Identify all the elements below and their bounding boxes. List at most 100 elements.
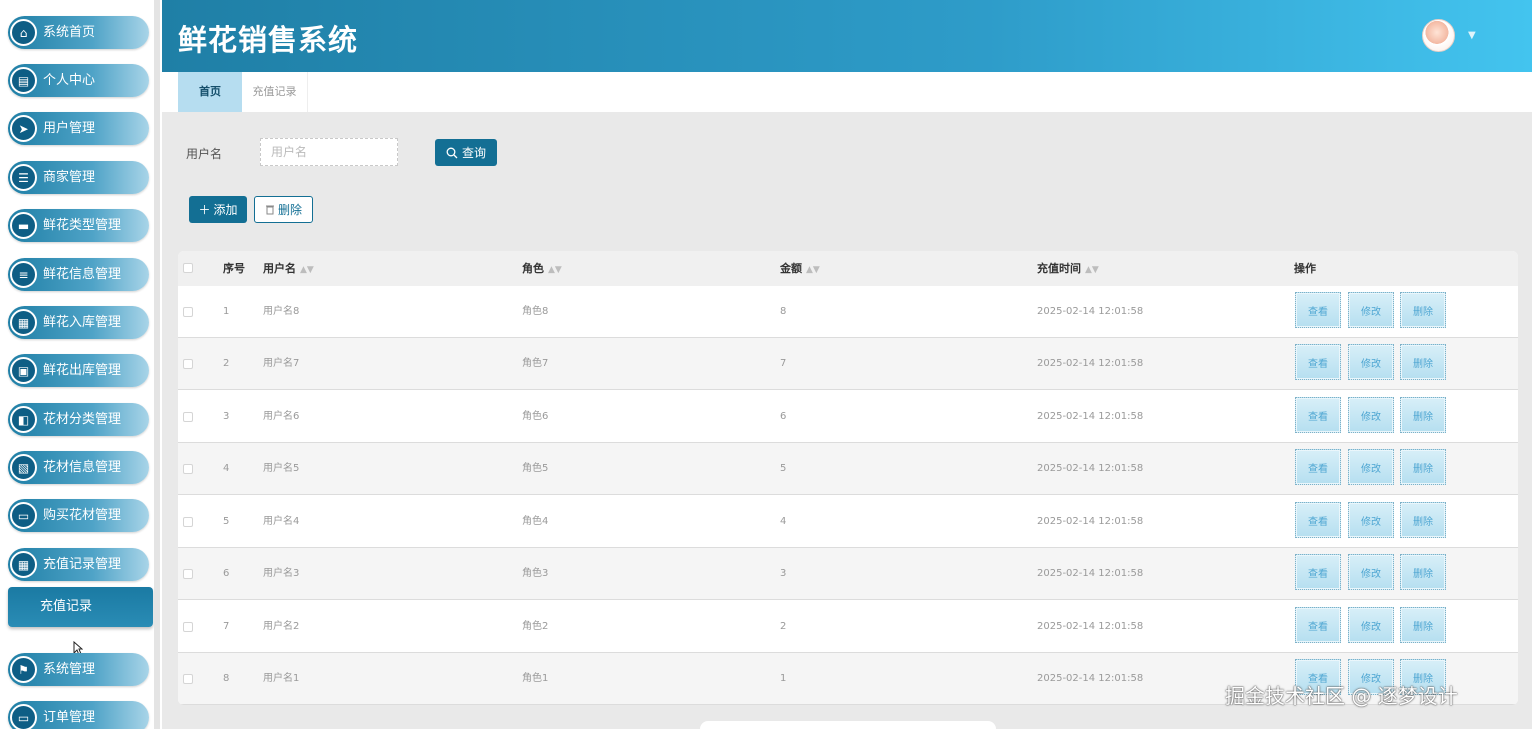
column-header-amount[interactable]: 金额 ▲▼ [780,251,820,286]
row-delete-button[interactable]: 删除 [1400,554,1446,590]
row-checkbox[interactable] [183,674,193,684]
column-header-username[interactable]: 用户名 ▲▼ [263,251,314,286]
column-header-label: 金额 [780,262,802,275]
sidebar-item-flower-info[interactable]: ≡ 鲜花信息管理 [8,258,149,291]
cell-time: 2025-02-14 12:01:58 [1037,516,1144,527]
sidebar-item-orders[interactable]: ▭ 订单管理 [8,701,149,729]
pagination-bar [700,721,996,729]
row-delete-button[interactable]: 删除 [1400,449,1446,485]
sidebar-item-label: 花材分类管理 [43,412,122,427]
sidebar-item-label: 系统首页 [43,25,96,40]
sidebar-item-material-info[interactable]: ▧ 花材信息管理 [8,451,149,484]
row-checkbox[interactable] [183,359,193,369]
table-row: 2 用户名7 角色7 7 2025-02-14 12:01:58 查看 修改 删… [178,338,1518,390]
column-header-label: 角色 [522,262,544,275]
monitor-icon: ▭ [10,704,37,729]
row-checkbox[interactable] [183,622,193,632]
sidebar-item-label: 鲜花类型管理 [43,218,122,233]
sidebar-item-system[interactable]: ⚑ 系统管理 [8,653,149,686]
sidebar-item-merchants[interactable]: ☰ 商家管理 [8,161,149,194]
cell-username: 用户名3 [263,568,300,579]
sort-icon[interactable]: ▲▼ [1085,265,1099,275]
column-header-role[interactable]: 角色 ▲▼ [522,251,562,286]
cell-index: 2 [223,358,230,369]
sidebar-item-label: 商家管理 [43,170,96,185]
cell-time: 2025-02-14 12:01:58 [1037,568,1144,579]
add-button[interactable]: ＋ 添加 [189,196,247,223]
row-checkbox[interactable] [183,307,193,317]
watermark: 掘金技术社区 @ 逐梦设计 [1225,684,1458,708]
view-button[interactable]: 查看 [1295,344,1341,380]
edit-button[interactable]: 修改 [1348,554,1394,590]
edit-button[interactable]: 修改 [1348,607,1394,643]
thumb-icon: ◧ [10,406,37,433]
sidebar-item-label: 个人中心 [43,73,96,88]
cell-index: 6 [223,568,230,579]
row-checkbox[interactable] [183,464,193,474]
sidebar-item-flower-types[interactable]: ▬ 鲜花类型管理 [8,209,149,242]
view-button[interactable]: 查看 [1295,449,1341,485]
cell-time: 2025-02-14 12:01:58 [1037,306,1144,317]
row-delete-button[interactable]: 删除 [1400,607,1446,643]
sidebar-subitem-label: 充值记录 [40,599,93,614]
sidebar-item-recharge-management[interactable]: ▦ 充值记录管理 [8,548,149,581]
username-search-input[interactable] [260,138,398,166]
cell-amount: 1 [780,673,787,684]
row-delete-button[interactable]: 删除 [1400,292,1446,328]
sidebar-item-flower-stock-in[interactable]: ▦ 鲜花入库管理 [8,306,149,339]
row-delete-button[interactable]: 删除 [1400,344,1446,380]
sidebar-item-home[interactable]: ⌂ 系统首页 [8,16,149,49]
cell-amount: 8 [780,306,787,317]
column-header-index: 序号 [223,262,245,275]
edit-button[interactable]: 修改 [1348,344,1394,380]
app-title: 鲜花销售系统 [178,23,359,57]
cell-role: 角色4 [522,516,549,527]
sort-icon[interactable]: ▲▼ [806,265,820,275]
row-delete-button[interactable]: 删除 [1400,502,1446,538]
search-button-label: 查询 [461,146,486,160]
select-all-checkbox[interactable] [183,263,193,273]
sidebar-item-material-purchases[interactable]: ▭ 购买花材管理 [8,499,149,532]
avatar[interactable] [1422,19,1455,52]
sidebar-item-flower-stock-out[interactable]: ▣ 鲜花出库管理 [8,354,149,387]
view-button[interactable]: 查看 [1295,554,1341,590]
column-header-time[interactable]: 充值时间 ▲▼ [1037,251,1099,286]
sort-icon[interactable]: ▲▼ [548,265,562,275]
delete-button[interactable]: 删除 [254,196,313,223]
top-header: 鲜花销售系统 ▼ [162,0,1532,72]
sliders-icon: ☰ [10,164,37,191]
edit-button[interactable]: 修改 [1348,292,1394,328]
sidebar-item-material-categories[interactable]: ◧ 花材分类管理 [8,403,149,436]
sort-icon[interactable]: ▲▼ [300,265,314,275]
cell-amount: 4 [780,516,787,527]
table-row: 6 用户名3 角色3 3 2025-02-14 12:01:58 查看 修改 删… [178,548,1518,600]
cell-index: 8 [223,673,230,684]
cell-amount: 3 [780,568,787,579]
cell-role: 角色6 [522,411,549,422]
view-button[interactable]: 查看 [1295,397,1341,433]
search-button[interactable]: 查询 [435,139,497,166]
edit-button[interactable]: 修改 [1348,449,1394,485]
cell-time: 2025-02-14 12:01:58 [1037,358,1144,369]
sidebar-item-profile[interactable]: ▤ 个人中心 [8,64,149,97]
view-button[interactable]: 查看 [1295,502,1341,538]
cell-time: 2025-02-14 12:01:58 [1037,411,1144,422]
view-button[interactable]: 查看 [1295,607,1341,643]
view-button[interactable]: 查看 [1295,292,1341,328]
row-delete-button[interactable]: 删除 [1400,397,1446,433]
row-checkbox[interactable] [183,569,193,579]
edit-button[interactable]: 修改 [1348,502,1394,538]
tab-home[interactable]: 首页 [178,72,242,112]
tab-recharge-records[interactable]: 充值记录 [242,72,308,112]
row-checkbox[interactable] [183,517,193,527]
sidebar-item-label: 充值记录管理 [43,557,122,572]
chevron-down-icon[interactable]: ▼ [1468,30,1476,41]
sidebar-subitem-recharge-records[interactable]: 充值记录 [8,587,153,627]
edit-button[interactable]: 修改 [1348,397,1394,433]
table-row: 7 用户名2 角色2 2 2025-02-14 12:01:58 查看 修改 删… [178,601,1518,653]
cell-role: 角色7 [522,358,549,369]
cell-index: 4 [223,463,230,474]
table-row: 5 用户名4 角色4 4 2025-02-14 12:01:58 查看 修改 删… [178,496,1518,548]
sidebar-item-users[interactable]: ➤ 用户管理 [8,112,149,145]
row-checkbox[interactable] [183,412,193,422]
